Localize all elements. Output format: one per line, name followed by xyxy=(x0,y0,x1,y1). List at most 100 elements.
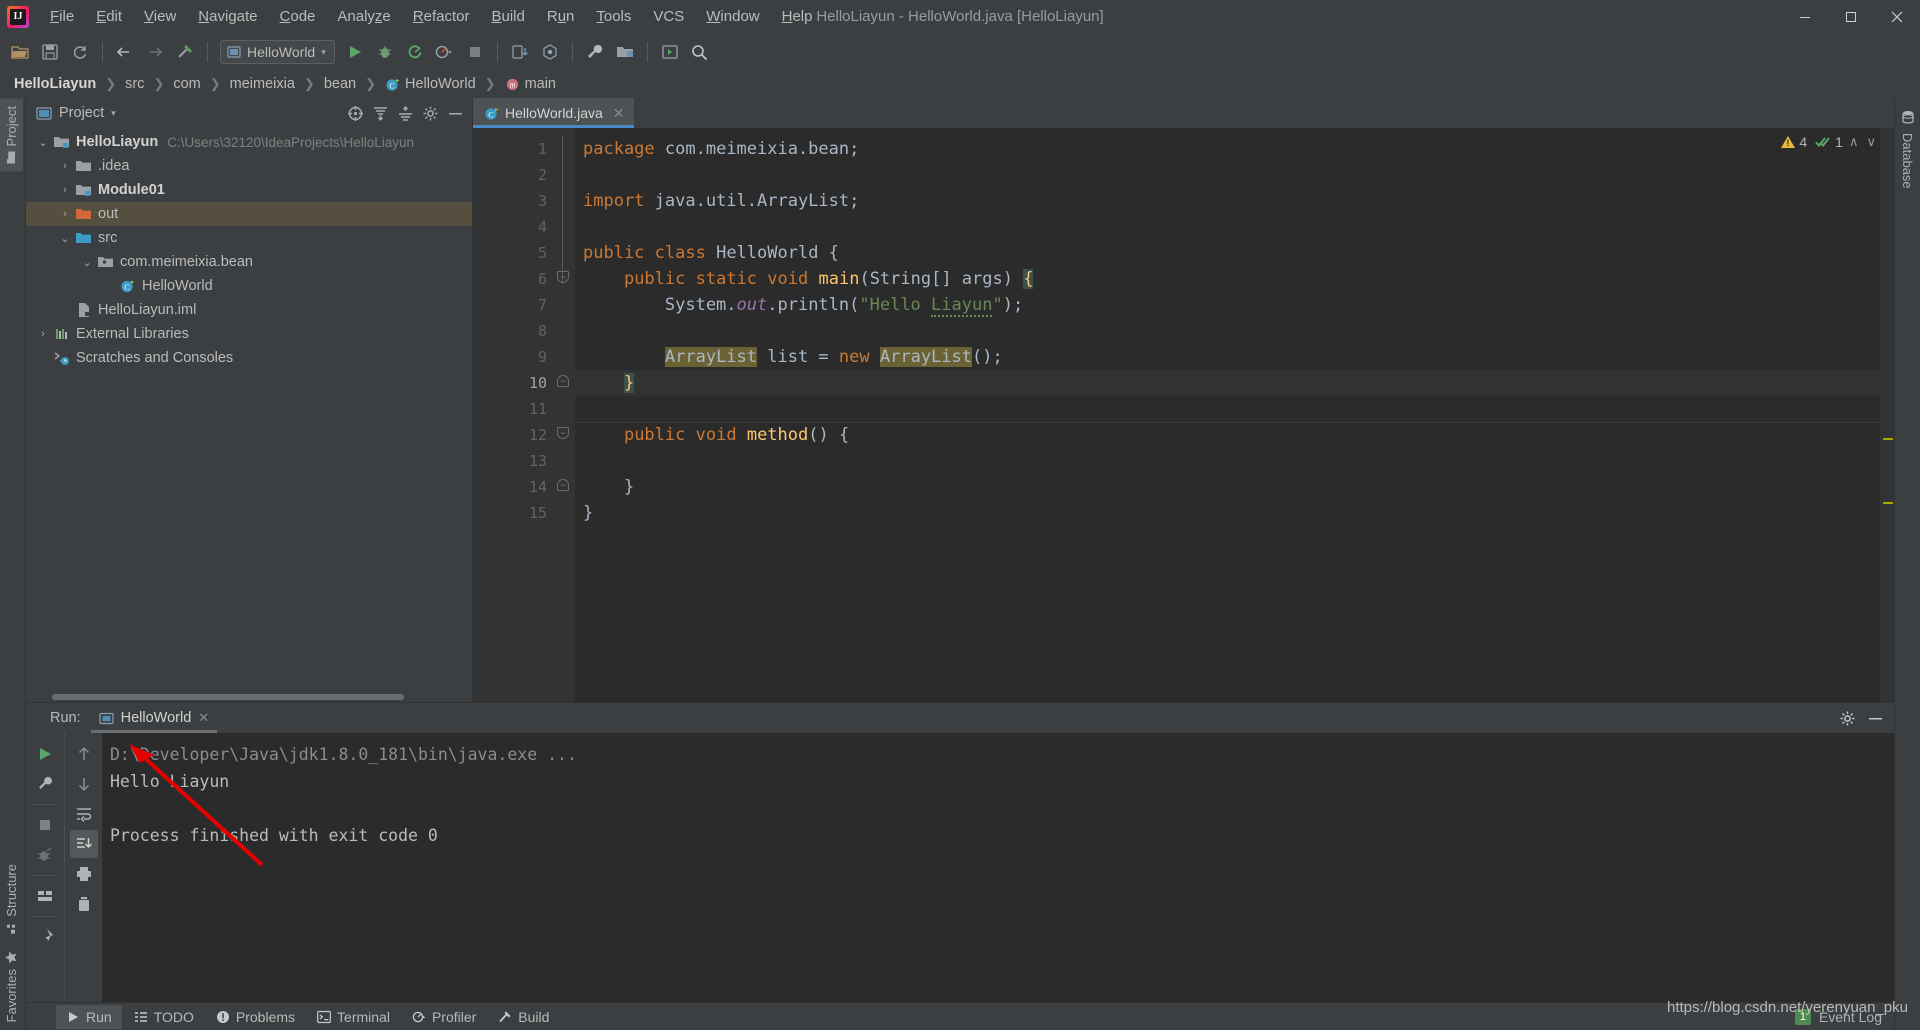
run-with-coverage-icon[interactable] xyxy=(401,38,429,66)
menu-item-vcs[interactable]: VCS xyxy=(642,5,695,29)
code-line-12[interactable]: public void method() { xyxy=(575,422,1880,448)
gutter-line-1[interactable]: 1 xyxy=(473,136,553,162)
fold-region-end-icon[interactable]: − xyxy=(557,479,569,491)
tree-node-helloliayun-iml[interactable]: HelloLiayun.iml xyxy=(26,298,472,322)
menu-bar[interactable]: File Edit View Navigate Code Analyze Refactor B… xyxy=(39,0,824,34)
chevron-down-icon[interactable]: ⌄ xyxy=(34,136,52,149)
tree-node-com-meimeixia-bean[interactable]: ⌄ com.meimeixia.bean xyxy=(26,250,472,274)
code-line-14[interactable]: } xyxy=(575,474,1880,500)
maximize-button[interactable] xyxy=(1828,0,1874,34)
gutter-line-2[interactable]: 2 xyxy=(473,162,553,188)
fold-region-start-icon[interactable]: − xyxy=(557,271,569,283)
code-line-15[interactable]: } xyxy=(575,500,1880,526)
menu-item-view[interactable]: View xyxy=(133,5,187,29)
gutter-line-8[interactable]: 8 xyxy=(473,318,553,344)
run-icon[interactable] xyxy=(341,38,369,66)
code-folding-column[interactable]: − − − − xyxy=(553,128,575,702)
menu-item-code[interactable]: Code xyxy=(269,5,327,29)
stop-icon[interactable] xyxy=(31,811,59,839)
breadcrumb-item-main[interactable]: m main xyxy=(501,75,560,93)
project-tree[interactable]: ⌄ HelloLiayun C:\Users\32120\IdeaProjects\… xyxy=(26,128,472,692)
gutter-line-12[interactable]: 12 xyxy=(473,422,553,448)
run-tab-helloworld[interactable]: HelloWorld ✕ xyxy=(90,707,218,733)
collapse-all-icon[interactable] xyxy=(394,102,416,124)
inspection-widget[interactable]: 4 1 ∧ ∨ xyxy=(1781,134,1878,150)
code-line-11[interactable] xyxy=(575,396,1880,422)
settings-wrench-icon[interactable] xyxy=(581,38,609,66)
edit-configuration-icon[interactable] xyxy=(31,770,59,798)
menu-item-refactor[interactable]: Refactor xyxy=(402,5,481,29)
breadcrumb-item-helloworld[interactable]: C HelloWorld xyxy=(381,75,480,93)
open-folder-icon[interactable] xyxy=(6,38,34,66)
tree-node-helloliayun[interactable]: ⌄ HelloLiayun C:\Users\32120\IdeaProjects\… xyxy=(26,130,472,154)
chevron-down-icon[interactable]: ⌄ xyxy=(56,232,74,245)
layout-icon[interactable] xyxy=(31,882,59,910)
print-icon[interactable] xyxy=(70,860,98,888)
up-arrow-icon[interactable] xyxy=(70,740,98,768)
status-bar-item-terminal[interactable]: Terminal xyxy=(307,1005,400,1029)
chevron-up-icon[interactable]: ∧ xyxy=(1847,134,1861,150)
profile-icon[interactable] xyxy=(431,38,459,66)
gutter-line-3[interactable]: 3 xyxy=(473,188,553,214)
pin-tab-icon[interactable] xyxy=(31,923,59,951)
status-bar-item-run[interactable]: Run xyxy=(56,1004,122,1029)
breadcrumb-item-com[interactable]: com xyxy=(169,75,204,93)
gutter-line-6[interactable]: 6 xyxy=(473,266,566,292)
close-button[interactable] xyxy=(1874,0,1920,34)
status-bar-item-todo[interactable]: TODO xyxy=(124,1005,204,1029)
menu-item-run[interactable]: Run xyxy=(536,5,586,29)
select-in-icon[interactable] xyxy=(656,38,684,66)
fold-region-start-icon[interactable]: − xyxy=(557,427,569,439)
debug-icon[interactable] xyxy=(371,38,399,66)
soft-wrap-icon[interactable] xyxy=(70,800,98,828)
breadcrumb-item-src[interactable]: src xyxy=(121,75,148,93)
chevron-right-icon[interactable]: › xyxy=(34,328,52,340)
stop-debug-icon[interactable] xyxy=(31,841,59,869)
close-icon[interactable]: ✕ xyxy=(613,105,625,122)
menu-item-tools[interactable]: Tools xyxy=(585,5,642,29)
menu-item-build[interactable]: Build xyxy=(480,5,535,29)
code-line-1[interactable]: package com.meimeixia.bean; xyxy=(575,136,1880,162)
gutter-line-15[interactable]: 15 xyxy=(473,500,553,526)
menu-item-analyze[interactable]: Analyze xyxy=(326,5,401,29)
gutter-line-13[interactable]: 13 xyxy=(473,448,553,474)
chevron-right-icon[interactable]: › xyxy=(56,208,74,220)
tree-node-src[interactable]: ⌄ src xyxy=(26,226,472,250)
commit-icon[interactable] xyxy=(536,38,564,66)
settings-gear-icon[interactable] xyxy=(419,102,441,124)
gutter-line-5[interactable]: 5 xyxy=(473,240,566,266)
gutter-line-7[interactable]: 7 xyxy=(473,292,553,318)
code-line-2[interactable] xyxy=(575,162,1880,188)
code-line-13[interactable] xyxy=(575,448,1880,474)
status-bar-item-build[interactable]: Build xyxy=(488,1005,559,1029)
navigate-forward-icon[interactable] xyxy=(141,38,169,66)
tree-node-scratches-and-consoles[interactable]: Scratches and Consoles xyxy=(26,346,472,370)
gutter-line-11[interactable]: 11 xyxy=(473,396,553,422)
code-line-4[interactable] xyxy=(575,214,1880,240)
code-line-10[interactable]: } xyxy=(575,370,1880,396)
clear-all-icon[interactable] xyxy=(70,890,98,918)
menu-item-file[interactable]: File xyxy=(39,5,85,29)
event-log-label[interactable]: Event Log xyxy=(1819,1009,1882,1025)
tree-node-external-libraries[interactable]: › External Libraries xyxy=(26,322,472,346)
code-text-area[interactable]: package com.meimeixia.bean; import java.… xyxy=(575,128,1880,702)
code-line-5[interactable]: public class HelloWorld { xyxy=(575,240,1880,266)
code-line-6[interactable]: public static void main(String[] args) { xyxy=(575,266,1880,292)
editor-tab-helloworld[interactable]: C HelloWorld.java ✕ xyxy=(473,98,634,128)
synchronize-icon[interactable] xyxy=(66,38,94,66)
build-hammer-icon[interactable] xyxy=(171,38,199,66)
update-project-icon[interactable] xyxy=(506,38,534,66)
rerun-icon[interactable] xyxy=(31,740,59,768)
navigate-back-icon[interactable] xyxy=(111,38,139,66)
tool-tab-favorites[interactable]: Favorites xyxy=(0,942,23,1030)
select-opened-file-icon[interactable] xyxy=(344,102,366,124)
menu-item-edit[interactable]: Edit xyxy=(85,5,133,29)
breadcrumb-item-meimeixia[interactable]: meimeixia xyxy=(226,75,299,93)
fold-region-end-icon[interactable]: − xyxy=(557,375,569,387)
gutter-line-4[interactable]: 4 xyxy=(473,214,553,240)
gutter-line-14[interactable]: 14 xyxy=(473,474,553,500)
tree-node-out[interactable]: › out xyxy=(26,202,472,226)
search-everywhere-icon[interactable] xyxy=(686,38,714,66)
menu-item-window[interactable]: Window xyxy=(695,5,770,29)
tree-node-helloworld[interactable]: C HelloWorld xyxy=(26,274,472,298)
